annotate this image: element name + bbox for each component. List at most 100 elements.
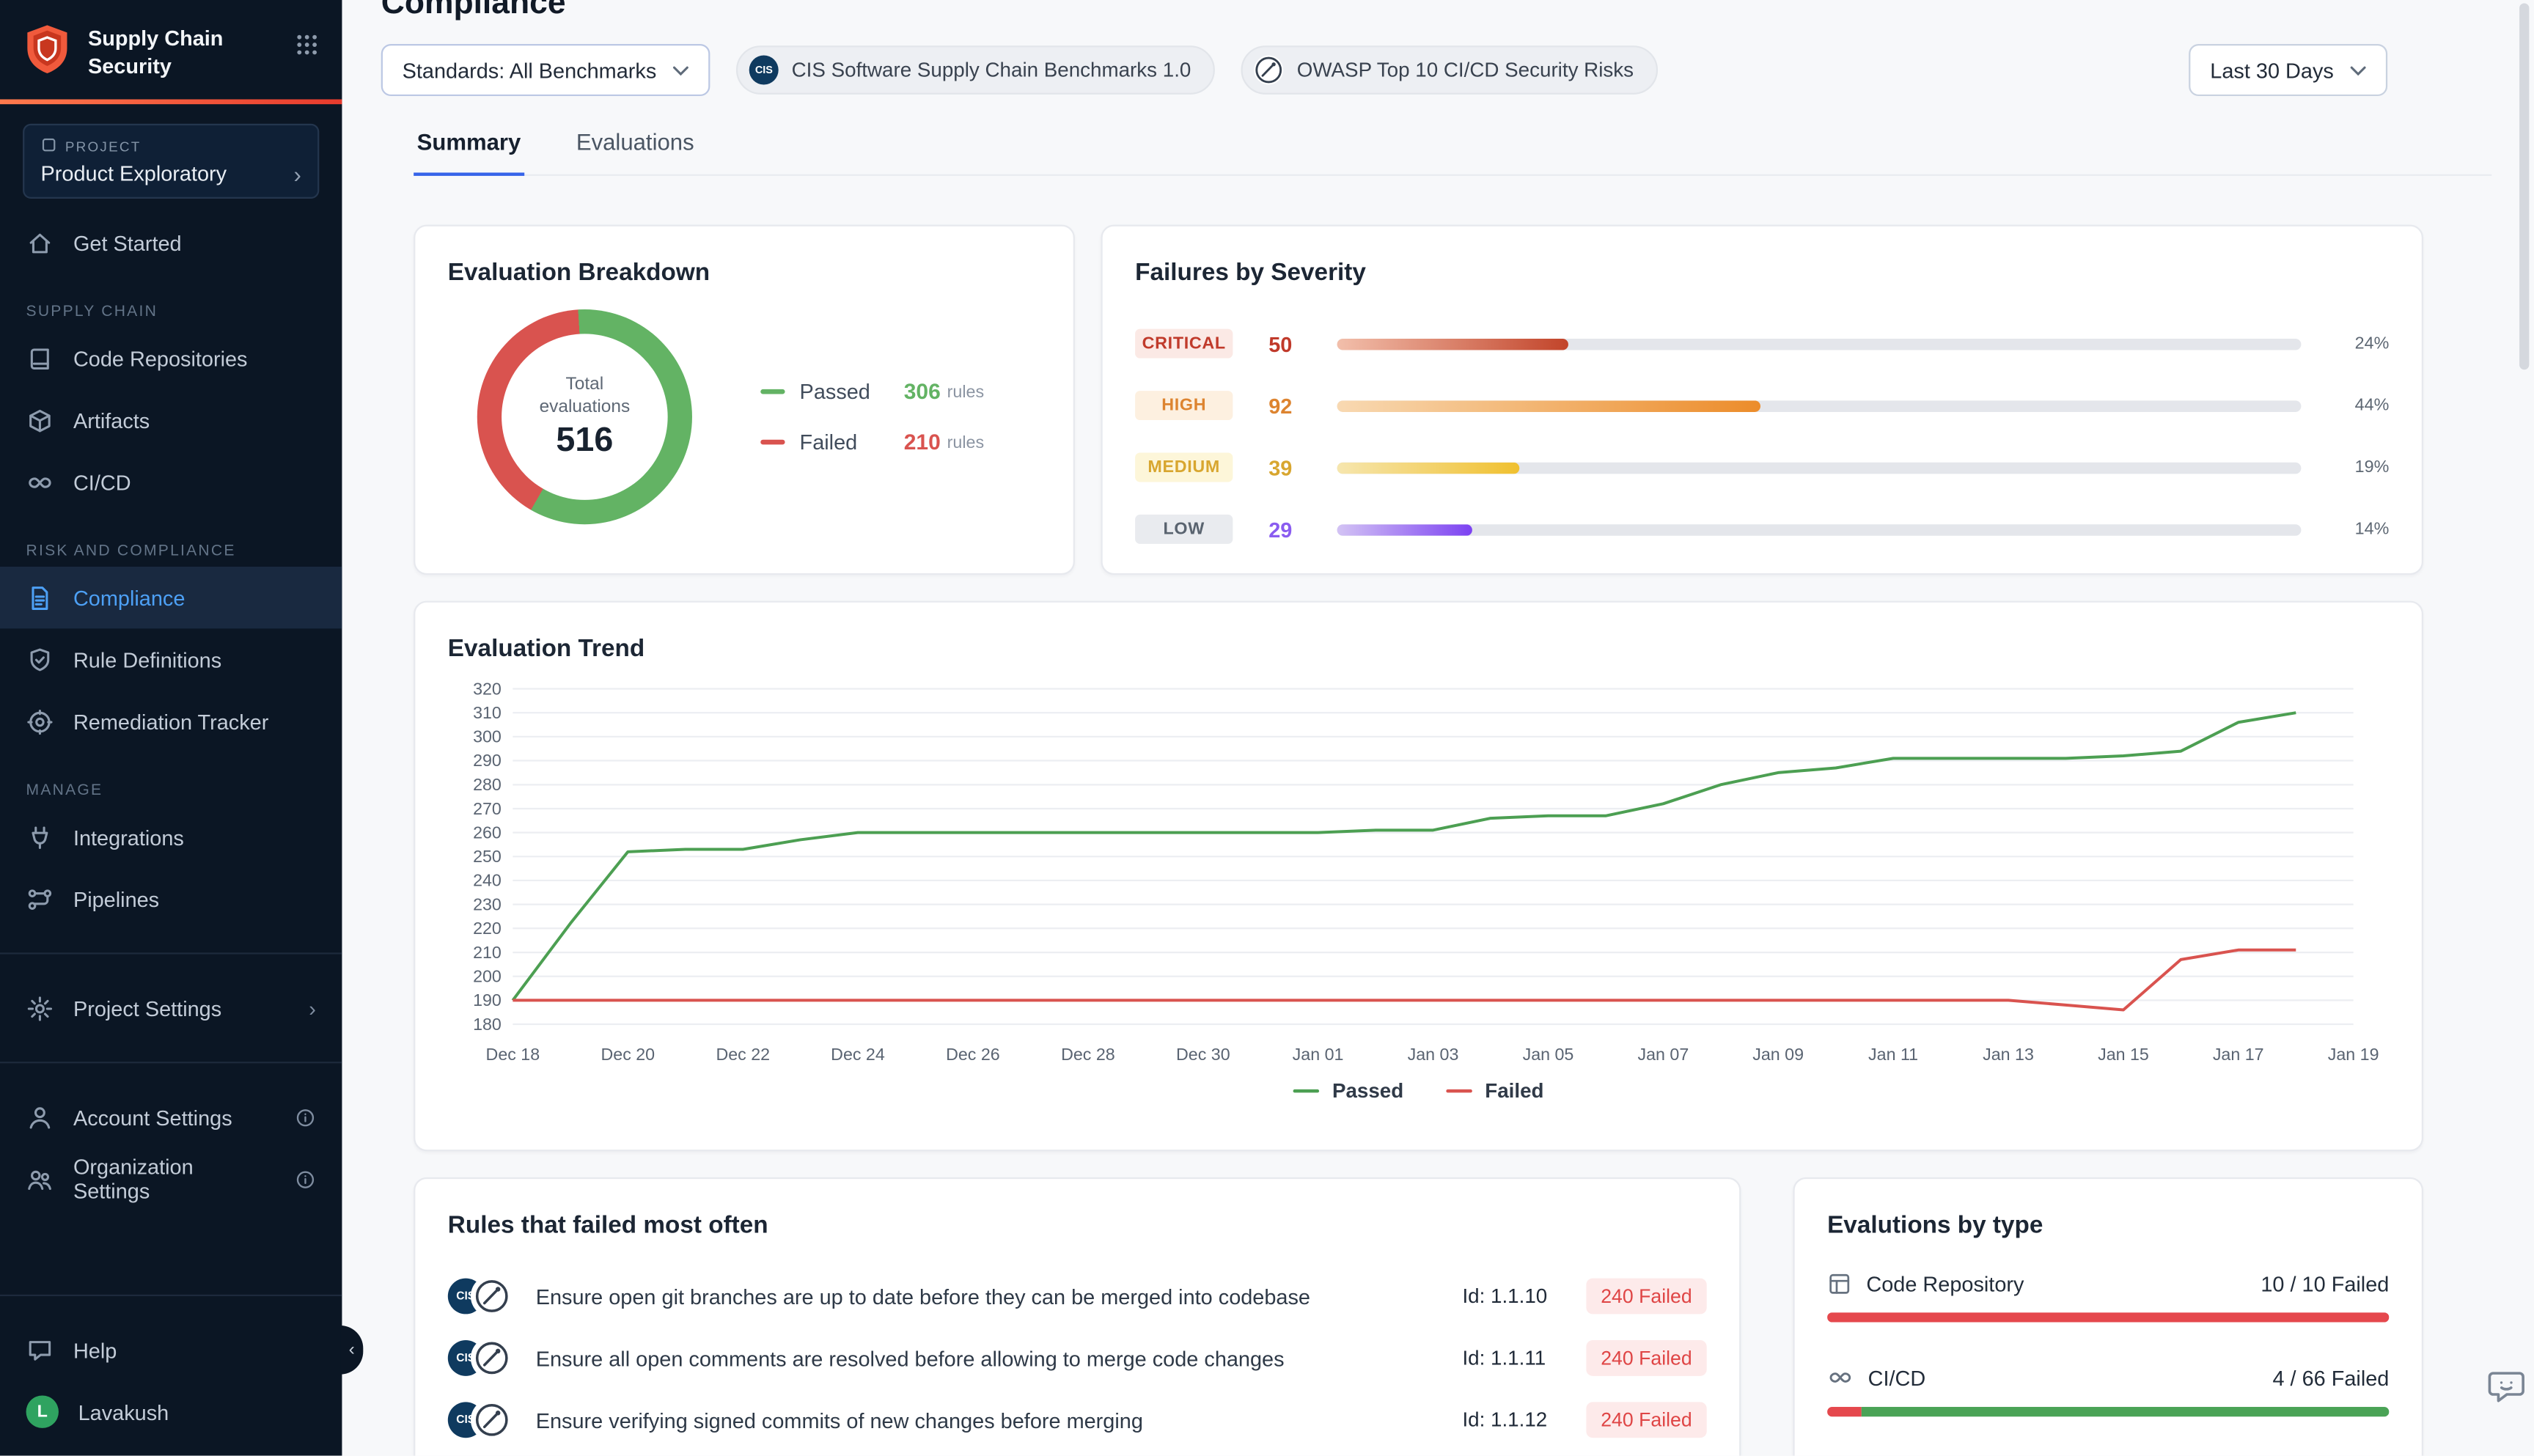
gear-icon <box>26 994 54 1022</box>
svg-text:190: 190 <box>473 990 502 1010</box>
svg-text:180: 180 <box>473 1015 502 1034</box>
sidebar-item-get-started[interactable]: Get Started <box>0 212 342 273</box>
svg-text:Dec 28: Dec 28 <box>1061 1045 1115 1064</box>
user-menu[interactable]: L Lavakush <box>0 1380 342 1442</box>
owasp-logo-icon <box>474 1279 510 1315</box>
failed-count-badge: 240 Failed <box>1586 1340 1706 1376</box>
sidebar-item-account-settings[interactable]: Account Settings <box>0 1086 342 1147</box>
evaluation-donut-chart: Total evaluations 516 <box>477 309 692 524</box>
cube-icon <box>26 406 54 434</box>
brand-accent-bar <box>0 99 342 104</box>
trend-legend: Passed Failed <box>448 1080 2390 1103</box>
sidebar-item-integrations[interactable]: Integrations <box>0 806 342 867</box>
chevron-right-icon: › <box>294 162 301 185</box>
svg-text:Dec 26: Dec 26 <box>946 1045 1000 1064</box>
rule-id: Id: 1.1.10 <box>1462 1284 1563 1307</box>
app-window: Supply Chain Security PROJECT Product Ex… <box>0 0 2534 1456</box>
target-icon <box>26 707 54 735</box>
support-chat-button[interactable] <box>2485 1367 2527 1417</box>
sidebar-item-help[interactable]: Help <box>0 1319 342 1380</box>
rule-id: Id: 1.1.11 <box>1462 1347 1563 1369</box>
sidebar-item-artifacts[interactable]: Artifacts <box>0 389 342 451</box>
sidebar-item-project-settings[interactable]: Project Settings › <box>0 977 342 1039</box>
standards-filter-dropdown[interactable]: Standards: All Benchmarks <box>381 44 710 96</box>
sidebar: Supply Chain Security PROJECT Product Ex… <box>0 0 342 1456</box>
svg-text:310: 310 <box>473 703 502 722</box>
type-row-cicd: CI/CD 4 / 66 Failed <box>1827 1364 2389 1416</box>
project-selector[interactable]: PROJECT Product Exploratory › <box>23 124 319 199</box>
severity-row-medium: MEDIUM 39 19% <box>1135 452 2389 482</box>
rule-row[interactable]: CIS Ensure verifying signed commits of n… <box>448 1389 1707 1451</box>
chat-bubble-icon <box>26 1336 54 1364</box>
svg-text:260: 260 <box>473 823 502 842</box>
severity-bar <box>1337 523 2302 535</box>
svg-text:240: 240 <box>473 871 502 890</box>
sidebar-item-code-repositories[interactable]: Code Repositories <box>0 327 342 389</box>
legend-failed: Failed <box>1446 1080 1544 1103</box>
svg-text:250: 250 <box>473 847 502 866</box>
rule-row[interactable]: CIS Ensure open git branches are up to d… <box>448 1265 1707 1327</box>
sidebar-item-compliance[interactable]: Compliance <box>0 567 342 628</box>
project-icon <box>41 137 57 157</box>
svg-text:Jan 05: Jan 05 <box>1523 1045 1574 1064</box>
app-title: Supply Chain Security <box>88 23 231 81</box>
tab-evaluations[interactable]: Evaluations <box>573 128 697 174</box>
owasp-logo-icon <box>474 1340 510 1376</box>
sidebar-item-cicd[interactable]: CI/CD <box>0 451 342 512</box>
failed-rules-card: Rules that failed most often CIS Ensure … <box>414 1177 1741 1456</box>
severity-badge: CRITICAL <box>1135 329 1233 359</box>
type-label: CI/CD <box>1868 1365 1926 1389</box>
module-grid-icon[interactable] <box>295 23 319 65</box>
type-result-bar <box>1827 1407 2389 1416</box>
user-icon <box>26 1103 54 1131</box>
owasp-logo-icon <box>1255 56 1284 85</box>
tab-summary[interactable]: Summary <box>414 128 524 175</box>
svg-text:230: 230 <box>473 894 502 913</box>
svg-text:Dec 18: Dec 18 <box>486 1045 540 1064</box>
dashboard-cards: Evaluation Breakdown Total evaluations 5… <box>414 225 2423 1456</box>
project-label: PROJECT <box>65 139 142 155</box>
benchmark-chip-owasp[interactable]: OWASP Top 10 CI/CD Security Risks <box>1241 45 1658 95</box>
sidebar-item-remediation-tracker[interactable]: Remediation Tracker <box>0 691 342 752</box>
severity-badge: MEDIUM <box>1135 452 1233 482</box>
severity-count: 39 <box>1268 455 1324 479</box>
sidebar-item-pipelines[interactable]: Pipelines <box>0 868 342 930</box>
svg-text:Jan 01: Jan 01 <box>1293 1045 1344 1064</box>
severity-bar <box>1337 338 2302 350</box>
date-range-dropdown[interactable]: Last 30 Days <box>2189 44 2387 96</box>
main-content: Compliance Standards: All Benchmarks CIS… <box>342 0 2534 1456</box>
owasp-logo-icon <box>474 1402 510 1438</box>
sidebar-item-rule-definitions[interactable]: Rule Definitions <box>0 628 342 690</box>
svg-text:Jan 13: Jan 13 <box>1983 1045 2034 1064</box>
section-label-risk-compliance: RISK AND COMPLIANCE <box>26 543 316 560</box>
rule-text: Ensure open git branches are up to date … <box>536 1284 1463 1308</box>
severity-badge: LOW <box>1135 515 1233 544</box>
svg-text:210: 210 <box>473 943 502 962</box>
failed-dash-icon <box>1446 1089 1472 1093</box>
svg-text:320: 320 <box>473 679 502 698</box>
svg-text:Jan 15: Jan 15 <box>2098 1045 2149 1064</box>
chevron-right-icon: › <box>309 996 316 1020</box>
svg-text:Dec 20: Dec 20 <box>601 1045 655 1064</box>
compliance-doc-icon <box>26 584 54 611</box>
benchmark-chip-cis[interactable]: CIS CIS Software Supply Chain Benchmarks… <box>736 45 1216 95</box>
severity-count: 50 <box>1268 331 1324 356</box>
rule-row[interactable]: CIS Ensure all open comments are resolve… <box>448 1327 1707 1389</box>
severity-row-low: LOW 29 14% <box>1135 515 2389 544</box>
rule-text: Ensure verifying signed commits of new c… <box>536 1408 1463 1432</box>
failed-count-badge: 240 Failed <box>1586 1279 1706 1315</box>
scrollbar-thumb[interactable] <box>2519 3 2529 369</box>
svg-text:280: 280 <box>473 775 502 794</box>
app-logo-shield-icon <box>23 23 72 83</box>
severity-bar <box>1337 462 2302 474</box>
svg-text:Jan 17: Jan 17 <box>2213 1045 2264 1064</box>
evaluations-by-type-card: Evalutions by type Code Repository 10 / … <box>1793 1177 2423 1456</box>
failed-count-badge: 240 Failed <box>1586 1402 1706 1438</box>
sidebar-item-organization-settings[interactable]: Organization Settings <box>0 1148 342 1210</box>
sidebar-footer: Help L Lavakush <box>0 1272 342 1456</box>
severity-percent: 14% <box>2327 520 2389 540</box>
passed-dash-icon <box>760 389 785 394</box>
severity-count: 29 <box>1268 517 1324 541</box>
sidebar-header: Supply Chain Security <box>0 0 342 99</box>
rule-id: Id: 1.1.12 <box>1462 1408 1563 1431</box>
